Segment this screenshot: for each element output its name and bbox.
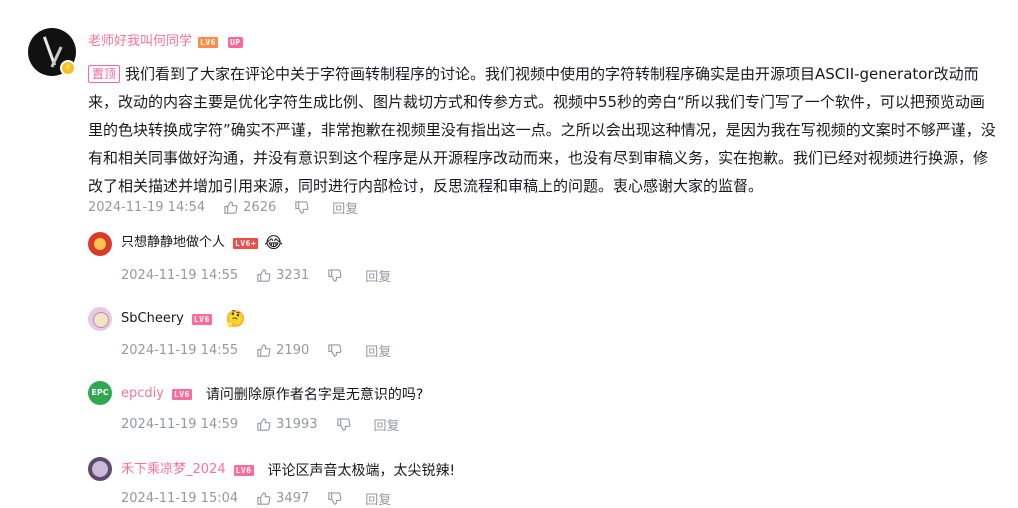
reply-username[interactable]: SbCheery: [121, 310, 184, 328]
dislike-button[interactable]: [294, 200, 314, 215]
thumbs-down-icon: [336, 418, 350, 431]
like-count: 31993: [276, 417, 318, 432]
level-badge: LV6: [191, 313, 212, 325]
comment-text: 我们看到了大家在评论中关于字符画转制程序的讨论。我们视频中使用的字符转制程序确实…: [88, 65, 996, 195]
like-count: 3231: [276, 268, 310, 283]
comment-meta: 2024-11-19 14:54 2626 回复: [88, 198, 376, 217]
thumbs-down-icon: [328, 269, 342, 282]
verified-icon: ⚡: [60, 60, 76, 76]
reply-meta: 2024-11-19 14:55 3231 回复: [121, 266, 409, 285]
reply-button[interactable]: 回复: [365, 266, 391, 285]
dislike-button[interactable]: [336, 417, 356, 432]
up-badge: UP: [227, 36, 243, 48]
like-count: 2626: [243, 200, 277, 215]
thumbs-up-icon: [257, 344, 271, 357]
reply-time: 2024-11-19 14:55: [121, 343, 239, 358]
reply-username[interactable]: epcdiy: [121, 385, 164, 403]
dislike-button[interactable]: [327, 268, 347, 283]
reply-text: 请问删除原作者名字是无意识的吗?: [205, 387, 424, 403]
comment-text-block: 置顶 我们看到了大家在评论中关于字符画转制程序的讨论。我们视频中使用的字符转制程序…: [88, 60, 998, 200]
like-button[interactable]: 31993: [256, 417, 318, 432]
level-badge: LV6: [233, 464, 254, 476]
reply-button[interactable]: 回复: [365, 341, 391, 360]
reply-meta: 2024-11-19 14:55 2190 回复: [121, 341, 409, 360]
like-button[interactable]: 2626: [223, 200, 276, 215]
level-badge: LV6: [198, 36, 218, 48]
reply-avatar[interactable]: [88, 307, 112, 331]
reply-meta: 2024-11-19 14:59 31993 回复: [121, 415, 418, 434]
level-badge: LV6: [171, 388, 192, 400]
pinned-badge: 置顶: [88, 65, 121, 83]
level-badge: LV6+: [233, 237, 259, 249]
reply-header: 只想静静地做个人 LV6+ 😂: [121, 233, 283, 252]
reply-avatar[interactable]: EPC: [88, 381, 112, 405]
reply-time: 2024-11-19 14:55: [121, 268, 239, 283]
like-button[interactable]: 3231: [256, 268, 309, 283]
dislike-button[interactable]: [327, 343, 347, 358]
thumbs-up-icon: [224, 201, 238, 214]
reply-username[interactable]: 只想静静地做个人: [121, 234, 225, 252]
thumbs-down-icon: [328, 344, 342, 357]
reply-button[interactable]: 回复: [374, 415, 400, 434]
like-button[interactable]: 2190: [256, 343, 309, 358]
reply-header: 禾下乘凉梦_2024 LV6 评论区声音太极端，太尖锐辣!: [121, 460, 455, 480]
laugh-emoji-icon: 😂: [264, 233, 283, 252]
reply-header: epcdiy LV6 请问删除原作者名字是无意识的吗?: [121, 384, 423, 404]
reply-text: 评论区声音太极端，太尖锐辣!: [267, 463, 456, 479]
comment-time: 2024-11-19 14:54: [88, 200, 206, 215]
thinking-emoji-icon: 🤔: [225, 309, 246, 328]
thumbs-up-icon: [257, 418, 271, 431]
username[interactable]: 老师好我叫何同学: [88, 33, 192, 51]
reply-avatar[interactable]: [88, 232, 112, 256]
thumbs-down-icon: [295, 201, 309, 214]
reply-time: 2024-11-19 14:59: [121, 417, 239, 432]
thumbs-up-icon: [257, 269, 271, 282]
reply-button[interactable]: 回复: [332, 198, 358, 217]
reply-header: SbCheery LV6 🤔: [121, 309, 246, 328]
reply-username[interactable]: 禾下乘凉梦_2024: [121, 461, 226, 479]
reply-avatar[interactable]: [88, 457, 112, 481]
like-count: 2190: [276, 343, 310, 358]
